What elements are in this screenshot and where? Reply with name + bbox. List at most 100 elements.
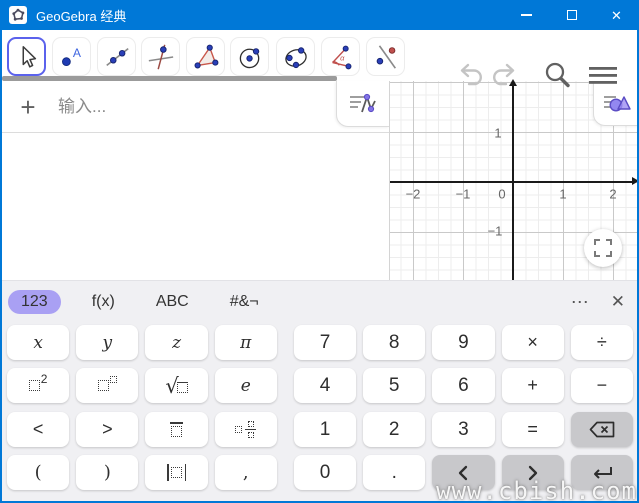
keyboard-row: 2 √e456+− [7, 368, 633, 403]
svg-text:α: α [340, 53, 345, 62]
reflect-about-line-icon [372, 43, 400, 71]
search-button[interactable] [541, 59, 573, 91]
tool-perpendicular-line-button[interactable] [141, 37, 180, 76]
line-two-points-icon [103, 43, 131, 71]
key-z[interactable]: z [145, 325, 207, 360]
window-title: GeoGebra 经典 [36, 6, 504, 25]
algebra-style-icon [348, 92, 378, 116]
tool-reflect-button[interactable] [366, 37, 405, 76]
close-icon: ✕ [611, 9, 622, 22]
key-6[interactable]: 6 [432, 368, 494, 403]
minimize-icon [521, 14, 532, 16]
redo-button[interactable] [488, 60, 518, 90]
input-underline [0, 132, 389, 133]
hamburger-menu-icon [587, 60, 619, 90]
key-4[interactable]: 4 [294, 368, 356, 403]
keyboard-more-button[interactable]: ⋯ [571, 292, 590, 313]
y-tick-label: 1 [494, 126, 501, 141]
key-5[interactable]: 5 [363, 368, 425, 403]
polygon-icon [192, 43, 220, 71]
move-cursor-icon [13, 43, 41, 71]
algebra-view: + [0, 81, 389, 280]
key-arrow-right[interactable] [502, 455, 564, 490]
add-expression-button[interactable]: + [0, 94, 56, 120]
undo-button[interactable] [457, 60, 487, 90]
key-2[interactable]: 2 [363, 412, 425, 447]
x-tick-label: 1 [559, 187, 566, 202]
x-tick-label: 0 [498, 187, 505, 202]
key-0[interactable]: 0 [294, 455, 356, 490]
toolbar-scrollbar[interactable] [2, 76, 337, 81]
key-e[interactable]: e [215, 368, 277, 403]
keyboard-row: (), 0. [7, 455, 633, 490]
key-x[interactable]: x [7, 325, 69, 360]
key-divide[interactable]: ÷ [571, 325, 633, 360]
backspace-icon [589, 421, 615, 438]
menu-button[interactable] [587, 60, 619, 90]
maximize-button[interactable] [549, 0, 594, 30]
title-bar: GeoGebra 经典 ✕ [0, 0, 639, 30]
keyboard-tab-123[interactable]: 123 [8, 290, 61, 314]
x-axis-arrow [632, 177, 639, 185]
key-abs[interactable] [145, 455, 207, 490]
key-greater-than[interactable]: > [76, 412, 138, 447]
key-sqrt[interactable]: √ [145, 368, 207, 403]
keyboard-row: <>123= [7, 412, 633, 447]
y-tick-label: −1 [488, 224, 503, 239]
search-icon [541, 59, 573, 91]
key-plus[interactable]: + [502, 368, 564, 403]
x-tick-label: −1 [456, 187, 471, 202]
caret-right-icon [527, 465, 539, 481]
fullscreen-button[interactable] [584, 229, 622, 267]
key-y[interactable]: y [76, 325, 138, 360]
minimize-button[interactable] [504, 0, 549, 30]
key-minus[interactable]: − [571, 368, 633, 403]
key-power[interactable] [76, 368, 138, 403]
keyboard-tab-#&¬[interactable]: #&¬ [220, 290, 269, 314]
key-3[interactable]: 3 [432, 412, 494, 447]
perpendicular-line-icon [147, 43, 175, 71]
tool-ellipse-button[interactable] [276, 37, 315, 76]
key-9[interactable]: 9 [432, 325, 494, 360]
key-paren-close[interactable]: ) [76, 455, 138, 490]
caret-left-icon [457, 465, 469, 481]
algebra-style-button[interactable] [336, 81, 389, 127]
keyboard-close-button[interactable]: ✕ [611, 292, 625, 312]
tool-circle-center-point-button[interactable] [230, 37, 269, 76]
key-enter[interactable] [571, 455, 633, 490]
tool-point-button[interactable]: A [52, 37, 91, 76]
key-7[interactable]: 7 [294, 325, 356, 360]
x-tick-label: 2 [609, 187, 616, 202]
key-arrow-left[interactable] [432, 455, 494, 490]
tool-line-button[interactable] [97, 37, 136, 76]
keyboard-tab-f(x)[interactable]: f(x) [82, 290, 125, 314]
key-decimal-point[interactable]: . [363, 455, 425, 490]
algebra-input-row: + [0, 81, 389, 132]
key-multiply[interactable]: × [502, 325, 564, 360]
key-less-than[interactable]: < [7, 412, 69, 447]
key-1[interactable]: 1 [294, 412, 356, 447]
close-button[interactable]: ✕ [594, 0, 639, 30]
key-mixed-number[interactable] [215, 412, 277, 447]
keyboard-row: xyzπ789×÷ [7, 325, 633, 360]
svg-text:A: A [72, 46, 81, 60]
key-8[interactable]: 8 [363, 325, 425, 360]
circle-center-point-icon [236, 43, 264, 71]
toolbar: A [0, 30, 639, 76]
tool-polygon-button[interactable] [186, 37, 225, 76]
tool-angle-button[interactable]: α [321, 37, 360, 76]
maximize-icon [567, 10, 577, 20]
graphics-style-icon [603, 91, 631, 115]
keyboard-tab-ABC[interactable]: ABC [146, 290, 199, 314]
key-backspace[interactable] [571, 412, 633, 447]
key-equals[interactable]: = [502, 412, 564, 447]
key-recurring-decimal[interactable] [145, 412, 207, 447]
undo-icon [457, 60, 487, 90]
tool-move-button[interactable] [7, 37, 46, 76]
key-comma[interactable]: , [215, 455, 277, 490]
key-square[interactable]: 2 [7, 368, 69, 403]
key-pi[interactable]: π [215, 325, 277, 360]
key-paren-open[interactable]: ( [7, 455, 69, 490]
graphics-view[interactable]: −2 −1 0 1 2 1 −1 [390, 81, 639, 280]
enter-icon [590, 465, 614, 481]
